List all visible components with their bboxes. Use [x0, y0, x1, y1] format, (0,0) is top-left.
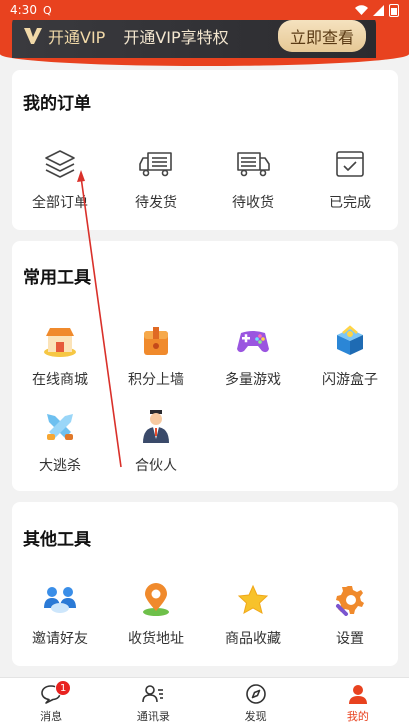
gamepad-icon — [233, 321, 273, 361]
nav-discover-label: 发现 — [244, 709, 267, 723]
order-completed[interactable]: 已完成 — [302, 144, 398, 212]
tool-online-mall-label: 在线商城 — [32, 372, 88, 388]
gift-box-icon — [330, 321, 370, 361]
order-pending-ship[interactable]: 待发货 — [108, 144, 204, 212]
profile-icon — [346, 682, 370, 706]
tool-online-mall[interactable]: 在线商城 — [12, 321, 108, 389]
other-invite-friends[interactable]: 邀请好友 — [12, 580, 108, 648]
message-badge: 1 — [55, 680, 72, 696]
gear-icon — [330, 580, 370, 620]
compass-icon — [244, 682, 268, 706]
vip-subtitle: 开通VIP享特权 — [123, 28, 229, 47]
tool-game-box-label: 闪游盒子 — [322, 372, 378, 388]
notification-icon: Q — [42, 3, 52, 17]
order-all[interactable]: 全部订单 — [12, 144, 108, 212]
wifi-icon — [355, 5, 368, 15]
order-pending-receive[interactable]: 待收货 — [205, 144, 301, 212]
other-settings[interactable]: 设置 — [302, 580, 398, 648]
bottom-nav: 1 消息 通讯录 发现 我的 — [0, 677, 409, 727]
nav-contacts[interactable]: 通讯录 — [102, 678, 204, 727]
status-time: 4:30 — [10, 3, 37, 17]
battery-icon — [389, 3, 399, 17]
orders-title: 我的订单 — [23, 94, 91, 114]
tool-game-box[interactable]: 闪游盒子 — [302, 321, 398, 389]
contacts-icon — [141, 682, 165, 706]
vip-title: 开通VIP — [48, 28, 106, 47]
vip-view-button[interactable]: 立即查看 — [277, 20, 366, 52]
tool-games[interactable]: 多量游戏 — [205, 321, 301, 389]
layers-icon — [40, 144, 80, 184]
other-invite-friends-label: 邀请好友 — [32, 631, 88, 647]
other-settings-label: 设置 — [336, 631, 364, 647]
other-favorites[interactable]: 商品收藏 — [205, 580, 301, 648]
shop-icon — [40, 321, 80, 361]
other-shipping-address-label: 收货地址 — [128, 631, 184, 647]
tool-partner-label: 合伙人 — [135, 458, 177, 474]
tool-battle-royale[interactable]: 大逃杀 — [12, 407, 108, 475]
invite-icon — [40, 580, 80, 620]
tools-card: 常用工具 在线商城 积分上墙 多量游戏 闪游盒子 大逃杀 合伙人 — [12, 241, 398, 491]
location-icon — [136, 580, 176, 620]
signal-icon — [373, 4, 384, 16]
status-bar: 4:30 Q — [0, 0, 409, 20]
other-tools-title: 其他工具 — [23, 530, 91, 550]
box-icon — [136, 321, 176, 361]
nav-profile[interactable]: 我的 — [307, 678, 409, 727]
other-favorites-label: 商品收藏 — [225, 631, 281, 647]
other-shipping-address[interactable]: 收货地址 — [108, 580, 204, 648]
other-tools-card: 其他工具 邀请好友 收货地址 商品收藏 设置 — [12, 502, 398, 666]
truck-icon — [233, 144, 273, 184]
star-icon — [233, 580, 273, 620]
truck-icon — [136, 144, 176, 184]
partner-icon — [136, 407, 176, 447]
nav-discover[interactable]: 发现 — [205, 678, 307, 727]
vip-logo-icon — [22, 25, 44, 47]
order-pending-receive-label: 待收货 — [232, 195, 274, 211]
tool-partner[interactable]: 合伙人 — [108, 407, 204, 475]
tool-points-wall-label: 积分上墙 — [128, 372, 184, 388]
nav-profile-label: 我的 — [346, 709, 369, 723]
tool-games-label: 多量游戏 — [225, 372, 281, 388]
crossed-swords-icon — [40, 407, 80, 447]
tools-title: 常用工具 — [23, 268, 91, 288]
nav-messages-label: 消息 — [40, 709, 63, 723]
order-completed-label: 已完成 — [329, 195, 371, 211]
tool-battle-royale-label: 大逃杀 — [39, 458, 81, 474]
order-all-label: 全部订单 — [32, 195, 88, 211]
nav-contacts-label: 通讯录 — [136, 709, 170, 723]
order-pending-ship-label: 待发货 — [135, 195, 177, 211]
nav-messages[interactable]: 1 消息 — [0, 678, 102, 727]
check-box-icon — [330, 144, 370, 184]
tool-points-wall[interactable]: 积分上墙 — [108, 321, 204, 389]
orders-card: 我的订单 全部订单 待发货 待收货 已完成 — [12, 70, 398, 230]
vip-banner[interactable]: 开通VIP 开通VIP享特权 立即查看 — [12, 14, 376, 58]
